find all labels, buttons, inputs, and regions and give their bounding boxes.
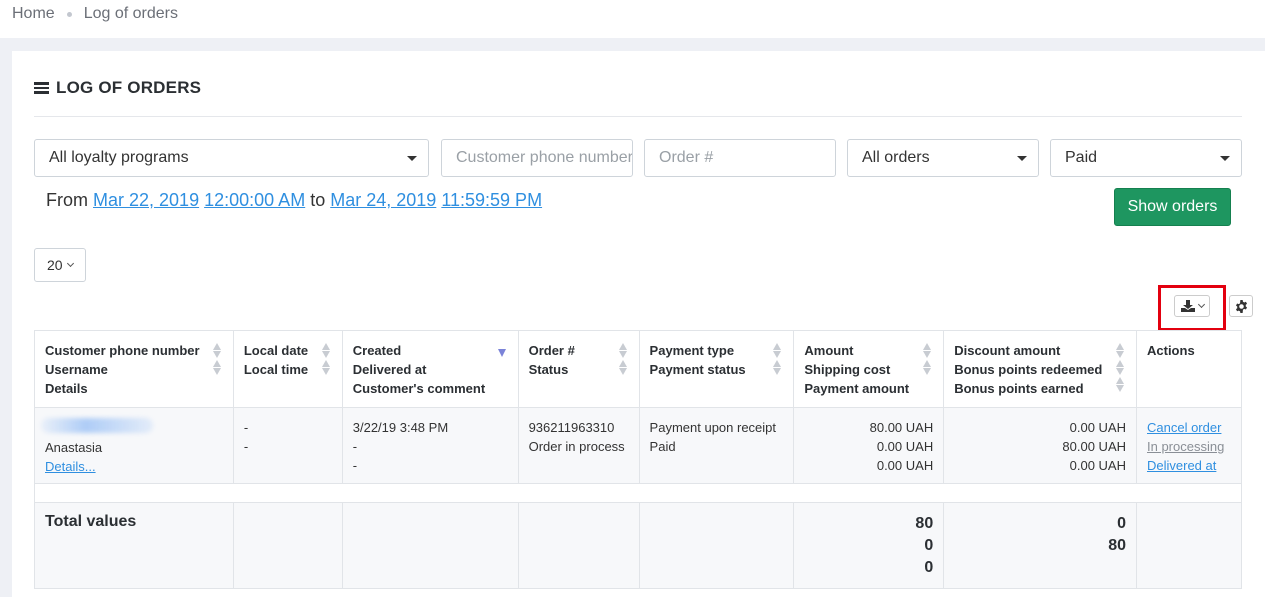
customer-phone-input[interactable] <box>441 139 633 177</box>
to-label: to <box>310 190 326 210</box>
from-date-link[interactable]: Mar 22, 2019 <box>93 190 199 210</box>
orders-table: Customer phone number Username Details L… <box>34 330 1242 589</box>
col-payment[interactable]: Payment type Payment status <box>638 330 795 408</box>
cell-order: 936211963310 Order in process <box>517 407 640 484</box>
caret-down-icon <box>1017 156 1027 161</box>
breadcrumb: Home Log of orders <box>12 5 178 23</box>
sort-icon[interactable] <box>212 343 221 377</box>
cell-local-date: - - <box>232 407 343 484</box>
order-type-value: All orders <box>862 149 930 166</box>
page-size-select[interactable]: 20 <box>34 248 86 282</box>
col-local-date[interactable]: Local date Local time <box>232 330 343 408</box>
chevron-down-icon <box>66 259 74 268</box>
totals-amount-cell: 80 0 0 <box>793 502 945 589</box>
details-link[interactable]: Details... <box>45 459 96 474</box>
top-bar: Home Log of orders <box>0 0 1265 38</box>
caret-down-icon <box>1220 156 1230 161</box>
list-icon <box>34 82 49 94</box>
table-header-row: Customer phone number Username Details L… <box>34 330 1242 408</box>
cell-amount: 80.00 UAH 0.00 UAH 0.00 UAH <box>793 407 945 484</box>
totals-label-cell: Total values <box>34 502 234 589</box>
orders-card: LOG OF ORDERS All loyalty programs All o… <box>12 51 1265 597</box>
totals-discount-cell: 0 80 <box>943 502 1137 589</box>
cell-actions: Cancel order In processing Delivered at <box>1136 407 1242 484</box>
cell-discount: 0.00 UAH 80.00 UAH 0.00 UAH <box>943 407 1137 484</box>
col-customer[interactable]: Customer phone number Username Details <box>34 330 234 408</box>
download-icon <box>1180 300 1195 312</box>
from-time-link[interactable]: 12:00:00 AM <box>204 190 305 210</box>
cell-created: 3/22/19 3:48 PM - - <box>341 407 519 484</box>
sort-icon[interactable] <box>321 343 330 377</box>
page-title: LOG OF ORDERS <box>34 78 201 98</box>
sort-icon[interactable] <box>773 343 782 377</box>
date-range: From Mar 22, 2019 12:00:00 AM to Mar 24,… <box>46 190 542 211</box>
totals-row: Total values 80 0 0 0 80 <box>34 502 1242 589</box>
page-size-value: 20 <box>47 257 63 273</box>
chevron-down-icon <box>1197 300 1205 309</box>
sort-active-icon[interactable] <box>497 343 506 357</box>
caret-down-icon <box>407 156 417 161</box>
sort-icon[interactable] <box>923 343 932 377</box>
export-button[interactable] <box>1174 295 1210 317</box>
from-label: From <box>46 190 88 210</box>
to-time-link[interactable]: 11:59:59 PM <box>441 190 542 210</box>
cancel-order-link[interactable]: Cancel order <box>1147 420 1221 435</box>
gear-icon <box>1235 299 1247 313</box>
order-number: 936211963310 <box>528 420 615 435</box>
table-row: Anastasia Details... - - 3/22/19 3:48 PM… <box>34 407 1242 484</box>
col-discount[interactable]: Discount amount Bonus points redeemed Bo… <box>943 330 1137 408</box>
breadcrumb-current: Log of orders <box>83 5 178 22</box>
to-date-link[interactable]: Mar 24, 2019 <box>330 190 436 210</box>
table-spacer-row <box>34 483 1242 503</box>
col-amount[interactable]: Amount Shipping cost Payment amount <box>793 330 945 408</box>
redacted-phone <box>41 418 153 433</box>
sort-icon[interactable] <box>618 343 627 377</box>
cell-payment: Payment upon receipt Paid <box>638 407 795 484</box>
in-processing-link[interactable]: In processing <box>1147 439 1224 454</box>
payment-state-select[interactable]: Paid <box>1050 139 1242 177</box>
payment-state-value: Paid <box>1065 149 1098 166</box>
breadcrumb-home[interactable]: Home <box>12 5 55 23</box>
title-divider <box>34 116 1242 117</box>
breadcrumb-separator <box>66 11 72 17</box>
loyalty-program-select[interactable]: All loyalty programs <box>34 139 429 177</box>
loyalty-program-value: All loyalty programs <box>49 149 189 166</box>
order-number-input[interactable] <box>644 139 836 177</box>
col-actions: Actions <box>1136 330 1242 408</box>
col-created[interactable]: Created Delivered at Customer's comment <box>341 330 519 408</box>
username: Anastasia <box>45 440 103 455</box>
customer-phone-field[interactable] <box>456 149 632 167</box>
cell-customer: Anastasia Details... <box>34 407 234 484</box>
order-type-select[interactable]: All orders <box>847 139 1039 177</box>
delivered-at-link[interactable]: Delivered at <box>1147 458 1216 473</box>
show-orders-button[interactable]: Show orders <box>1114 188 1231 226</box>
page-title-text: LOG OF ORDERS <box>56 78 202 97</box>
order-status: Order in process <box>528 439 625 454</box>
sort-icon[interactable] <box>1116 343 1124 394</box>
col-order[interactable]: Order # Status <box>517 330 640 408</box>
order-number-field[interactable] <box>659 149 835 167</box>
table-settings-button[interactable] <box>1229 295 1253 317</box>
